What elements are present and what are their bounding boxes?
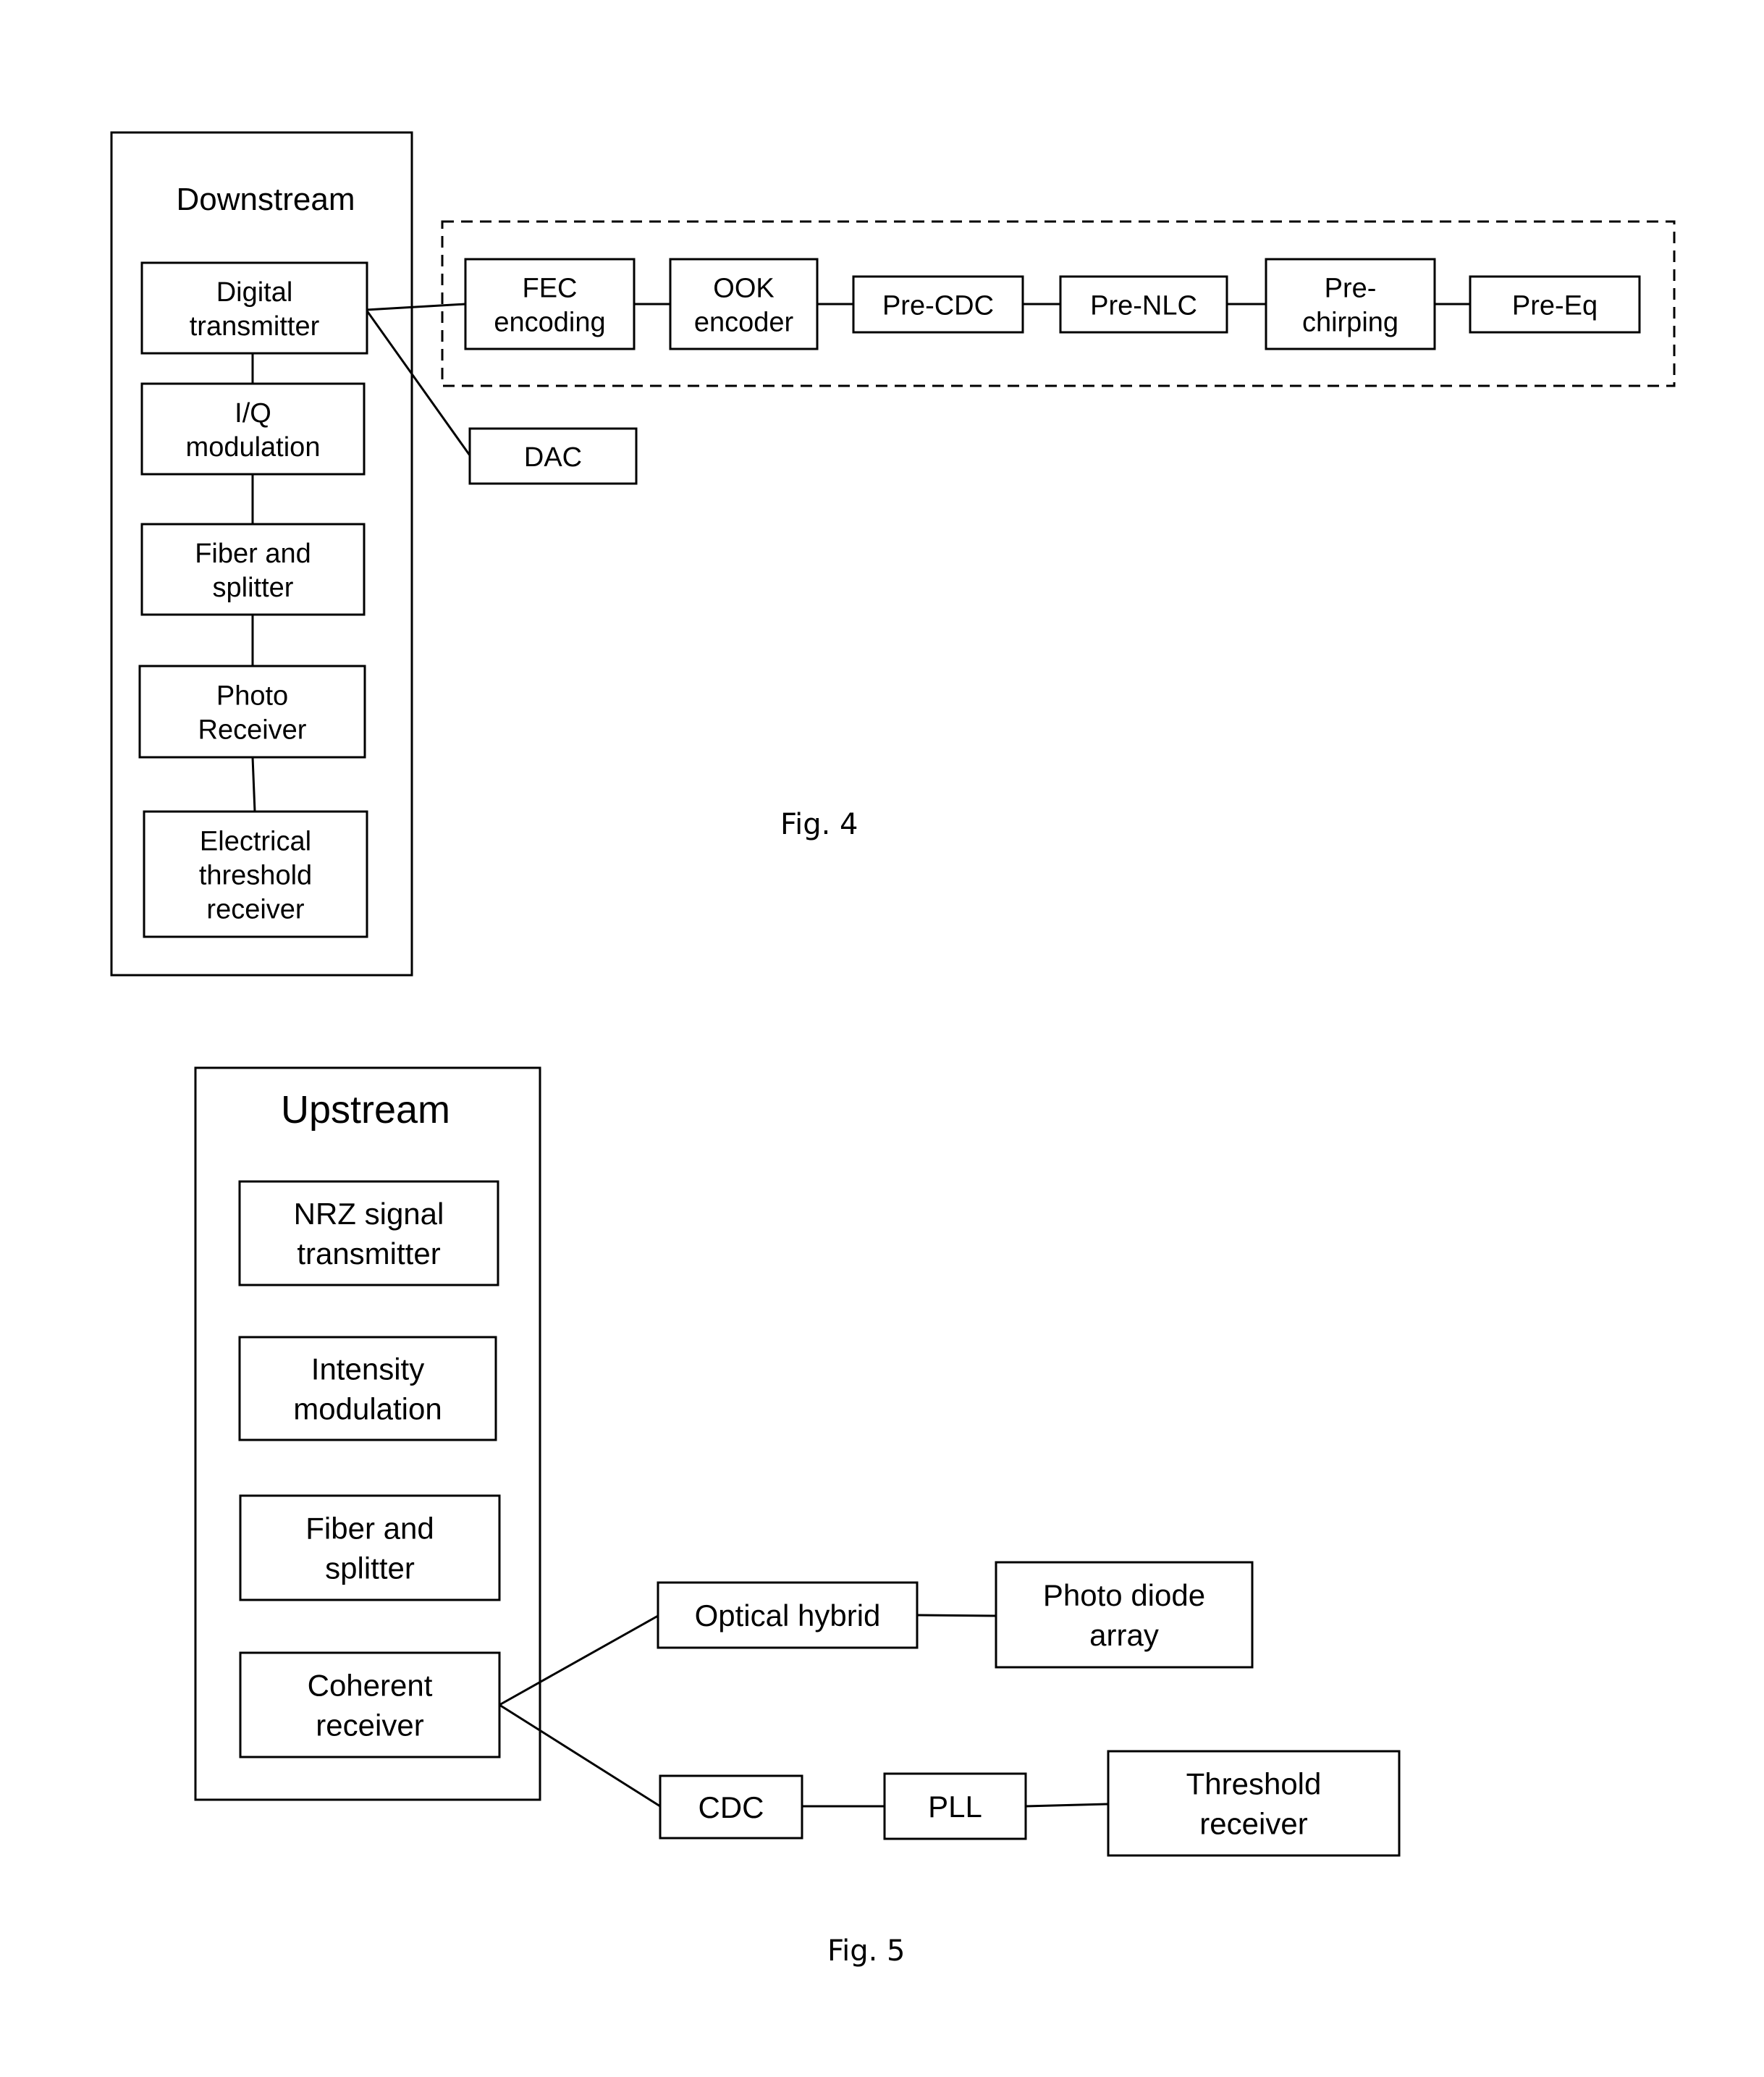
- iq-modulation-label-line: modulation: [186, 432, 321, 463]
- electrical-threshold-receiver-label-line: Electrical: [200, 827, 311, 857]
- coherent-receiver-label-line: Coherent: [308, 1669, 433, 1703]
- figure-4-caption: Fig. 4: [780, 808, 858, 841]
- nrz-signal-transmitter-label-line: NRZ signal: [294, 1197, 444, 1231]
- photo-diode-array-label-line: Photo diode: [1043, 1578, 1205, 1612]
- electrical-threshold-receiver-label-line: threshold: [199, 861, 312, 891]
- fiber-and-splitter-label-line: splitter: [325, 1551, 415, 1585]
- patent-figures: Downstream DigitaltransmitterI/Qmodulati…: [0, 0, 1764, 2077]
- nrz-signal-transmitter-label-line: transmitter: [297, 1236, 440, 1271]
- pre-chirping-label-line: chirping: [1302, 308, 1398, 338]
- pre-cdc-label-line: Pre-CDC: [882, 291, 994, 321]
- digital-transmitter-label-line: transmitter: [190, 311, 320, 342]
- upstream-photo-diode-array-block: Photo diode array: [995, 1561, 1254, 1669]
- photo-diode-array-label-line: array: [1089, 1618, 1159, 1652]
- coherent-receiver-label-line: receiver: [316, 1709, 423, 1743]
- digital-transmitter-label-line: Digital: [216, 277, 293, 308]
- upstream-nrz-signal-transmitter-block: NRZ signal transmitter: [238, 1180, 499, 1286]
- optical-hybrid-label-line: Optical hybrid: [695, 1598, 881, 1632]
- ook-encoder-label-line: encoder: [694, 308, 794, 338]
- pre-eq-label-line: Pre-Eq: [1512, 291, 1598, 321]
- upstream-pll-block: PLL: [883, 1772, 1027, 1840]
- downstream-photo-receiver-block: PhotoReceiver: [138, 665, 366, 759]
- dac-block: DAC: [468, 427, 638, 485]
- cdc-label-line: CDC: [699, 1790, 764, 1824]
- pll-label-line: PLL: [928, 1790, 982, 1824]
- upstream-threshold-receiver-block: Threshold receiver: [1107, 1750, 1401, 1857]
- dac-label-line: DAC: [524, 442, 582, 473]
- downstream-iq-modulation-block: I/Qmodulation: [140, 382, 366, 476]
- upstream-intensity-modulation-block: Intensity modulation: [238, 1336, 497, 1441]
- photo-receiver-label-line: Receiver: [198, 715, 307, 746]
- figure-5-caption: Fig. 5: [827, 1934, 905, 1968]
- dsp-pre-chirping-block: Pre-chirping: [1265, 258, 1436, 350]
- dsp-fec-encoding-block: FEC encoding: [464, 258, 636, 350]
- fiber-and-splitter-label-line: splitter: [213, 573, 294, 603]
- iq-modulation-label-line: I/Q: [235, 398, 271, 429]
- downstream-fiber-and-splitter-block: Fiber and splitter: [140, 523, 366, 616]
- ook-encoder-label-line: OOK: [713, 274, 774, 304]
- downstream-dac-block: DAC: [468, 427, 638, 485]
- downstream-digital-transmitter-block: Digitaltransmitter: [140, 261, 368, 355]
- upstream-title: Upstream: [281, 1088, 450, 1132]
- dsp-pre-cdc-block: Pre-CDC: [852, 275, 1024, 334]
- upstream-fiber-and-splitter-block: Fiber and splitter: [239, 1494, 501, 1601]
- upstream-coherent-receiver-block: Coherent receiver: [239, 1651, 501, 1758]
- upstream-optical-hybrid-block: Optical hybrid: [657, 1581, 919, 1649]
- pre-nlc-label-line: Pre-NLC: [1090, 291, 1197, 321]
- intensity-modulation-label-line: modulation: [293, 1392, 442, 1426]
- dsp-pre-nlc-block: Pre-NLC: [1059, 275, 1228, 334]
- upstream-cdc-block: CDC: [659, 1774, 803, 1840]
- fiber-and-splitter-label-line: Fiber and: [305, 1512, 434, 1546]
- pre-chirping-label-line: Pre-: [1325, 274, 1377, 304]
- connector-hybrid-to-photodiode: [916, 1614, 997, 1617]
- fiber-and-splitter-label-line: Fiber and: [195, 539, 311, 569]
- threshold-receiver-label-line: receiver: [1199, 1807, 1307, 1841]
- intensity-modulation-label-line: Intensity: [311, 1352, 424, 1386]
- dsp-ook-encoder-block: OOK encoder: [669, 258, 819, 350]
- photo-receiver-label-line: Photo: [216, 681, 288, 712]
- downstream-title: Downstream: [177, 182, 355, 217]
- threshold-receiver-label-line: Threshold: [1186, 1767, 1322, 1801]
- fec-encoding-label-line: encoding: [494, 308, 605, 338]
- downstream-electrical-threshold-receiver-block: Electrical threshold receiver: [143, 810, 368, 938]
- electrical-threshold-receiver-label-line: receiver: [206, 895, 304, 925]
- dsp-pre-eq-block: Pre-Eq: [1469, 275, 1641, 334]
- fec-encoding-label-line: FEC: [523, 274, 578, 304]
